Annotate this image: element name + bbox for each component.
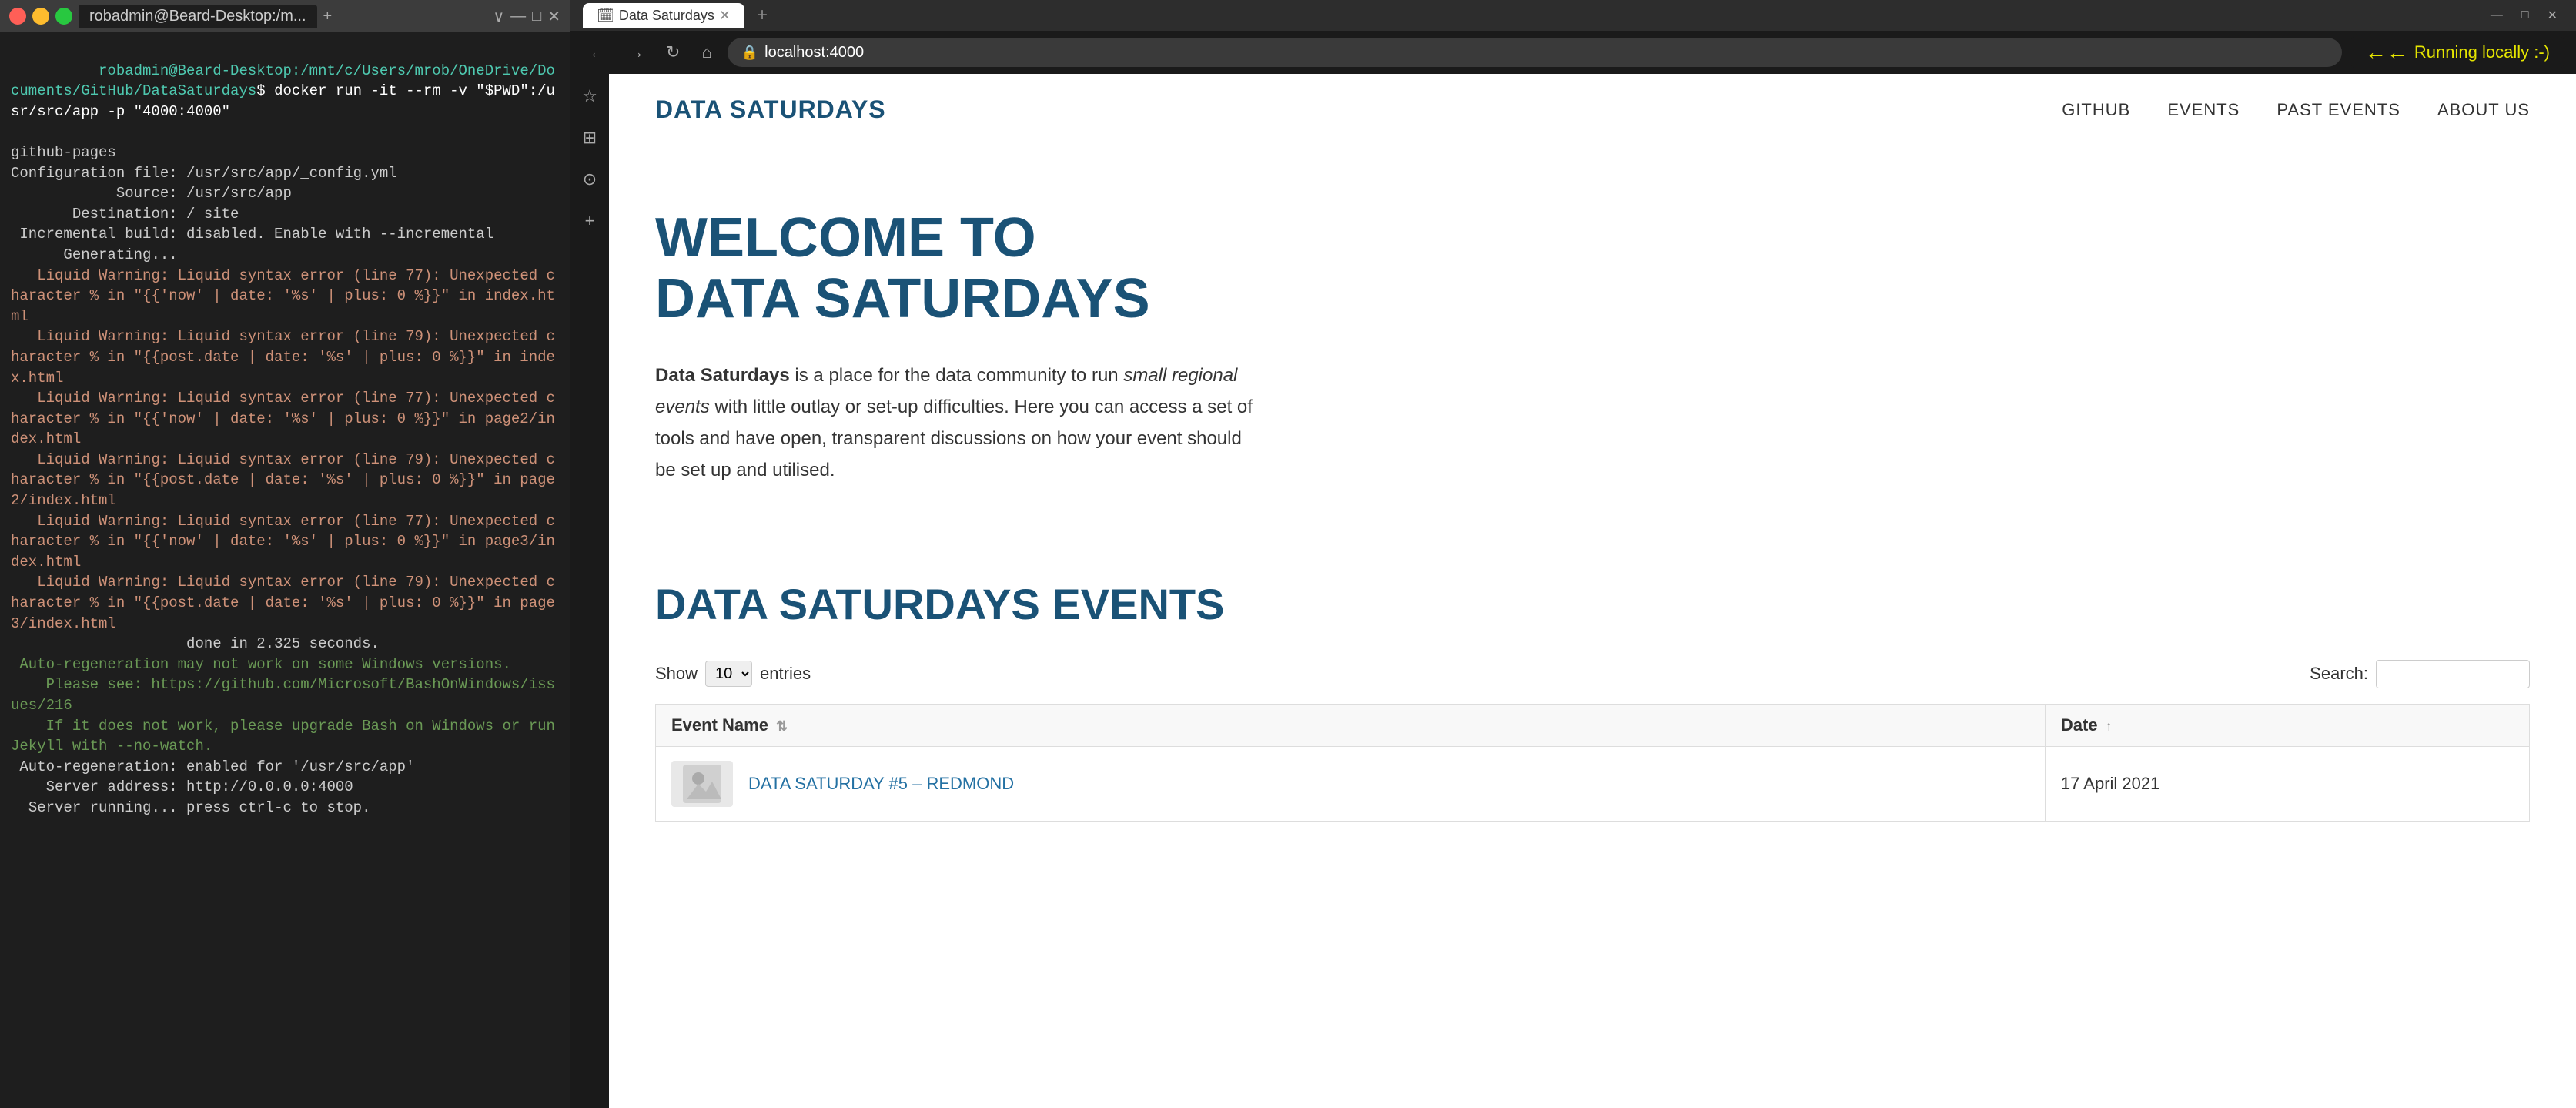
terminal-line: Auto-regeneration may not work on some W… <box>11 654 559 675</box>
terminal-tab[interactable]: robadmin@Beard-Desktop:/m... <box>79 5 317 28</box>
events-section: DATA SATURDAYS EVENTS Show 10 25 50 entr… <box>609 533 2576 868</box>
hero-text-1: is a place for the data community to run <box>795 365 1123 386</box>
back-btn[interactable]: ← <box>583 39 612 65</box>
terminal-min-btn[interactable] <box>32 8 49 25</box>
terminal-line: Server address: http://0.0.0.0:4000 <box>11 777 559 798</box>
hero-text-2: with little outlay or set-up difficultie… <box>655 397 1253 480</box>
terminal-titlebar: robadmin@Beard-Desktop:/m... + ∨ — □ ✕ <box>0 0 570 32</box>
address-bar-container[interactable]: 🔒 <box>728 38 2342 67</box>
sidebar-history-icon[interactable]: ⊙ <box>580 166 600 192</box>
running-locally-badge: ←← Running locally :-) <box>2351 37 2564 68</box>
terminal-chevron-btn[interactable]: ∨ <box>493 7 505 26</box>
hero-title: WELCOME TO DATA SATURDAYS <box>655 208 1179 330</box>
browser-tab-label: Data Saturdays <box>619 8 714 24</box>
browser-tab-close-btn[interactable]: ✕ <box>719 8 731 24</box>
terminal-line: Incremental build: disabled. Enable with… <box>11 224 559 245</box>
browser-winmax-btn[interactable]: □ <box>2515 7 2535 24</box>
event-link[interactable]: DATA SATURDAY #5 – REDMOND <box>748 774 1014 794</box>
terminal-line: Liquid Warning: Liquid syntax error (lin… <box>11 388 559 450</box>
nav-github[interactable]: GITHUB <box>2062 100 2130 119</box>
site-navbar: DATA SATURDAYS GITHUB EVENTS PAST EVENTS… <box>609 74 2576 146</box>
nav-about-us[interactable]: ABOUT US <box>2437 100 2530 119</box>
search-input[interactable] <box>2376 660 2530 688</box>
browser-window: 🗓 Data Saturdays ✕ + — □ ✕ ← → ↻ ⌂ 🔒 <box>570 0 2576 1108</box>
browser-winmin-btn[interactable]: — <box>2484 7 2509 24</box>
sort-event-name-icon: ⇅ <box>776 718 788 734</box>
show-entries-control: Show 10 25 50 entries <box>655 661 811 687</box>
events-table-body: DATA SATURDAY #5 – REDMOND 17 April 2021 <box>656 746 2530 821</box>
terminal-line: If it does not work, please upgrade Bash… <box>11 716 559 757</box>
website-content: DATA SATURDAYS GITHUB EVENTS PAST EVENTS… <box>609 74 2576 1108</box>
event-image-icon <box>683 765 721 803</box>
terminal-winmin-btn[interactable]: — <box>510 8 526 25</box>
nav-events[interactable]: EVENTS <box>2167 100 2240 119</box>
entries-label: entries <box>760 664 811 684</box>
event-name-cell: DATA SATURDAY #5 – REDMOND <box>656 746 2046 821</box>
terminal-line: Generating... <box>11 245 559 266</box>
terminal-line: Destination: /_site <box>11 204 559 225</box>
terminal-winmax-btn[interactable]: □ <box>532 8 541 25</box>
site-logo: DATA SATURDAYS <box>655 95 886 124</box>
browser-titlebar: 🗓 Data Saturdays ✕ + — □ ✕ <box>570 0 2576 31</box>
terminal-line: Liquid Warning: Liquid syntax error (lin… <box>11 572 559 634</box>
forward-btn[interactable]: → <box>621 39 651 65</box>
events-controls: Show 10 25 50 entries Search: <box>655 660 2530 688</box>
terminal-line: done in 2.325 seconds. <box>11 634 559 654</box>
terminal-body[interactable]: robadmin@Beard-Desktop:/mnt/c/Users/mrob… <box>0 32 570 1108</box>
hero-description: Data Saturdays is a place for the data c… <box>655 360 1256 486</box>
terminal-line: Server running... press ctrl-c to stop. <box>11 798 559 818</box>
events-table: Event Name ⇅ Date ↑ <box>655 704 2530 822</box>
terminal-winclose-btn[interactable]: ✕ <box>547 7 560 26</box>
terminal-line: Auto-regeneration: enabled for '/usr/src… <box>11 757 559 778</box>
lock-icon: 🔒 <box>741 45 758 61</box>
terminal-max-btn[interactable] <box>55 8 72 25</box>
col-date[interactable]: Date ↑ <box>2045 704 2529 746</box>
terminal-line: Configuration file: /usr/src/app/_config… <box>11 163 559 184</box>
sidebar-add-icon[interactable]: + <box>582 208 598 234</box>
terminal-close-btn[interactable] <box>9 8 26 25</box>
events-section-title: DATA SATURDAYS EVENTS <box>655 579 2530 629</box>
event-date-cell: 17 April 2021 <box>2045 746 2529 821</box>
entries-select[interactable]: 10 25 50 <box>705 661 752 687</box>
terminal-window: robadmin@Beard-Desktop:/m... + ∨ — □ ✕ r… <box>0 0 570 1108</box>
col-event-name[interactable]: Event Name ⇅ <box>656 704 2046 746</box>
terminal-line: Liquid Warning: Liquid syntax error (lin… <box>11 450 559 511</box>
table-row: DATA SATURDAY #5 – REDMOND 17 April 2021 <box>656 746 2530 821</box>
new-tab-btn[interactable]: + <box>757 5 768 26</box>
site-nav-links: GITHUB EVENTS PAST EVENTS ABOUT US <box>2062 100 2530 120</box>
hero-section: WELCOME TO DATA SATURDAYS Data Saturdays… <box>609 146 2576 533</box>
terminal-line: github-pages <box>11 142 559 163</box>
events-table-head: Event Name ⇅ Date ↑ <box>656 704 2530 746</box>
terminal-line: Liquid Warning: Liquid syntax error (lin… <box>11 326 559 388</box>
running-locally-text: Running locally :-) <box>2414 42 2550 62</box>
sidebar-favorites-icon[interactable]: ☆ <box>579 83 601 109</box>
terminal-line: Please see: https://github.com/Microsoft… <box>11 675 559 715</box>
browser-main: ☆ ⊞ ⊙ + DATA SATURDAYS GITHUB EVENTS PAS… <box>570 74 2576 1108</box>
event-thumbnail <box>671 761 733 807</box>
nav-past-events[interactable]: PAST EVENTS <box>2277 100 2400 119</box>
terminal-output: github-pagesConfiguration file: /usr/src… <box>11 142 559 818</box>
browser-winclose-btn[interactable]: ✕ <box>2541 6 2564 25</box>
browser-toolbar: ← → ↻ ⌂ 🔒 ←← Running locally :-) <box>570 31 2576 74</box>
refresh-btn[interactable]: ↻ <box>660 39 686 65</box>
terminal-line: Liquid Warning: Liquid syntax error (lin… <box>11 511 559 573</box>
browser-favicon: 🗓 <box>597 8 614 24</box>
search-box: Search: <box>2310 660 2530 688</box>
sidebar-collections-icon[interactable]: ⊞ <box>580 125 600 151</box>
address-input[interactable] <box>764 44 2328 62</box>
search-label: Search: <box>2310 664 2368 684</box>
show-label: Show <box>655 664 698 684</box>
home-btn[interactable]: ⌂ <box>695 39 718 65</box>
terminal-line: Liquid Warning: Liquid syntax error (lin… <box>11 266 559 327</box>
browser-tab[interactable]: 🗓 Data Saturdays ✕ <box>583 3 744 28</box>
terminal-new-tab-btn[interactable]: + <box>323 8 333 25</box>
terminal-prompt-line: robadmin@Beard-Desktop:/mnt/c/Users/mrob… <box>11 40 559 142</box>
hero-bold-text: Data Saturdays <box>655 365 790 386</box>
sort-date-icon: ↑ <box>2106 718 2113 734</box>
arrow-icon: ←← <box>2365 40 2408 65</box>
browser-sidebar: ☆ ⊞ ⊙ + <box>570 74 609 1108</box>
terminal-line: Source: /usr/src/app <box>11 183 559 204</box>
